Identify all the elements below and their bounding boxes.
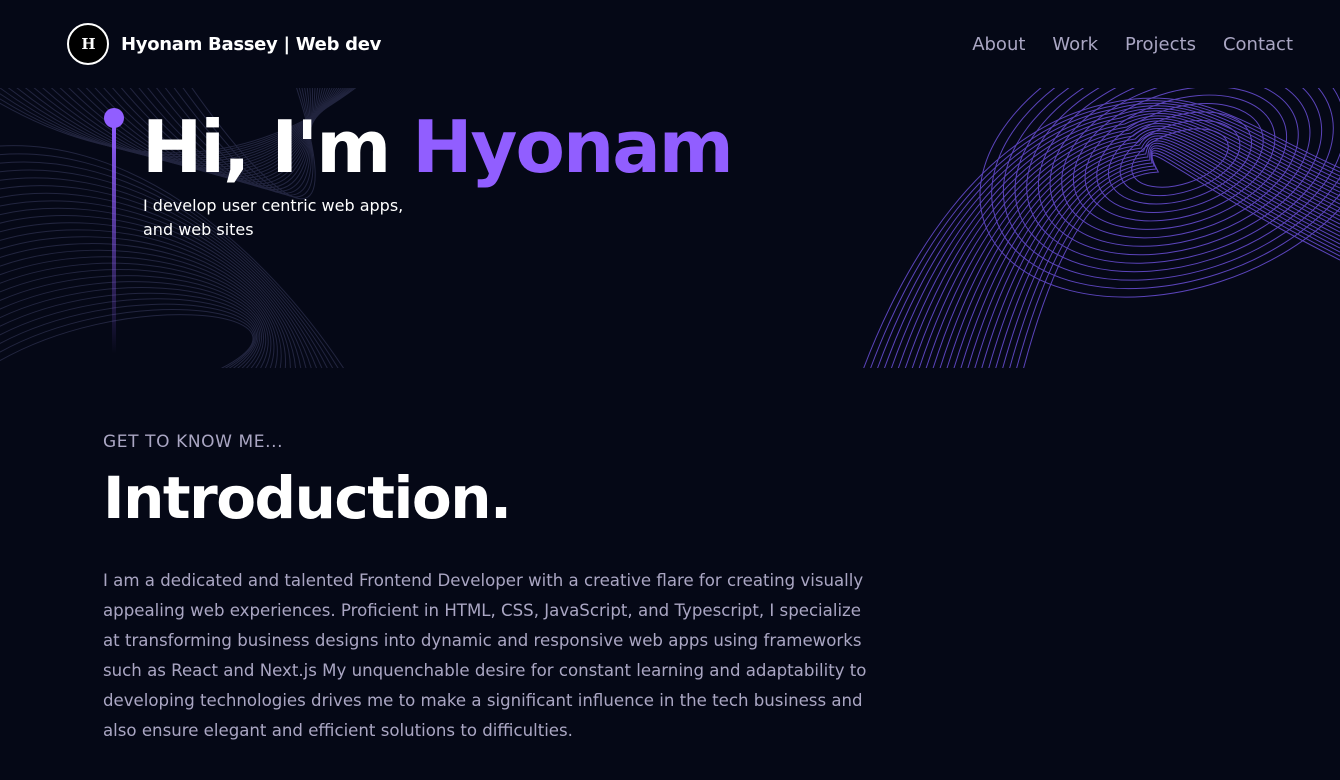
section-title: Introduction.	[103, 464, 512, 532]
hero-subtitle-line2: and web sites	[143, 220, 254, 239]
wave-line	[0, 281, 263, 368]
brand-text: Hyonam Bassey | Web dev	[121, 34, 381, 55]
brand-home-link[interactable]: H Hyonam Bassey | Web dev	[67, 23, 381, 65]
hero-section: Hi, I'm Hyonam I develop user centric we…	[0, 88, 1340, 368]
wave-line	[995, 145, 1340, 368]
nav-link-contact[interactable]: Contact	[1223, 34, 1293, 55]
wave-line	[0, 249, 275, 368]
wave-line	[0, 292, 259, 368]
hero-accent-line	[104, 108, 124, 368]
wave-line	[877, 102, 1340, 368]
nav-item-work: Work	[1052, 34, 1098, 55]
top-navbar: H Hyonam Bassey | Web dev About Work Proje…	[0, 0, 1340, 88]
section-eyebrow: Get to know me...	[103, 432, 284, 452]
brand-separator: |	[283, 33, 290, 55]
introduction-section: Get to know me... Introduction. I am a d…	[103, 432, 883, 746]
nav-item-contact: Contact	[1223, 34, 1293, 55]
wave-line	[0, 236, 282, 368]
nav-link-projects[interactable]: Projects	[1125, 34, 1196, 55]
portfolio-page: H Hyonam Bassey | Web dev About Work Proje…	[0, 0, 1340, 780]
nav-link-work[interactable]: Work	[1052, 34, 1098, 55]
wave-line	[0, 314, 254, 368]
brand-role: Web dev	[295, 33, 382, 55]
hero-subtitle-line1: I develop user centric web apps,	[143, 196, 404, 215]
wave-line	[0, 298, 258, 368]
hero-subtitle: I develop user centric web apps, and web…	[143, 194, 423, 242]
hero-title: Hi, I'm Hyonam	[142, 102, 734, 192]
nav-link-about[interactable]: About	[972, 34, 1025, 55]
hero-name: Hyonam	[412, 105, 734, 189]
nav-links: About Work Projects Contact	[972, 34, 1293, 55]
hero-accent-bar	[112, 124, 116, 354]
brand-name: Hyonam Bassey	[121, 33, 278, 55]
nav-item-projects: Projects	[1125, 34, 1196, 55]
hero-greeting: Hi, I'm	[142, 105, 413, 189]
wave-line	[925, 120, 1340, 368]
brand-logo: H	[67, 23, 109, 65]
introduction-paragraph: I am a dedicated and talented Frontend D…	[103, 571, 867, 740]
nav-item-about: About	[972, 34, 1025, 55]
